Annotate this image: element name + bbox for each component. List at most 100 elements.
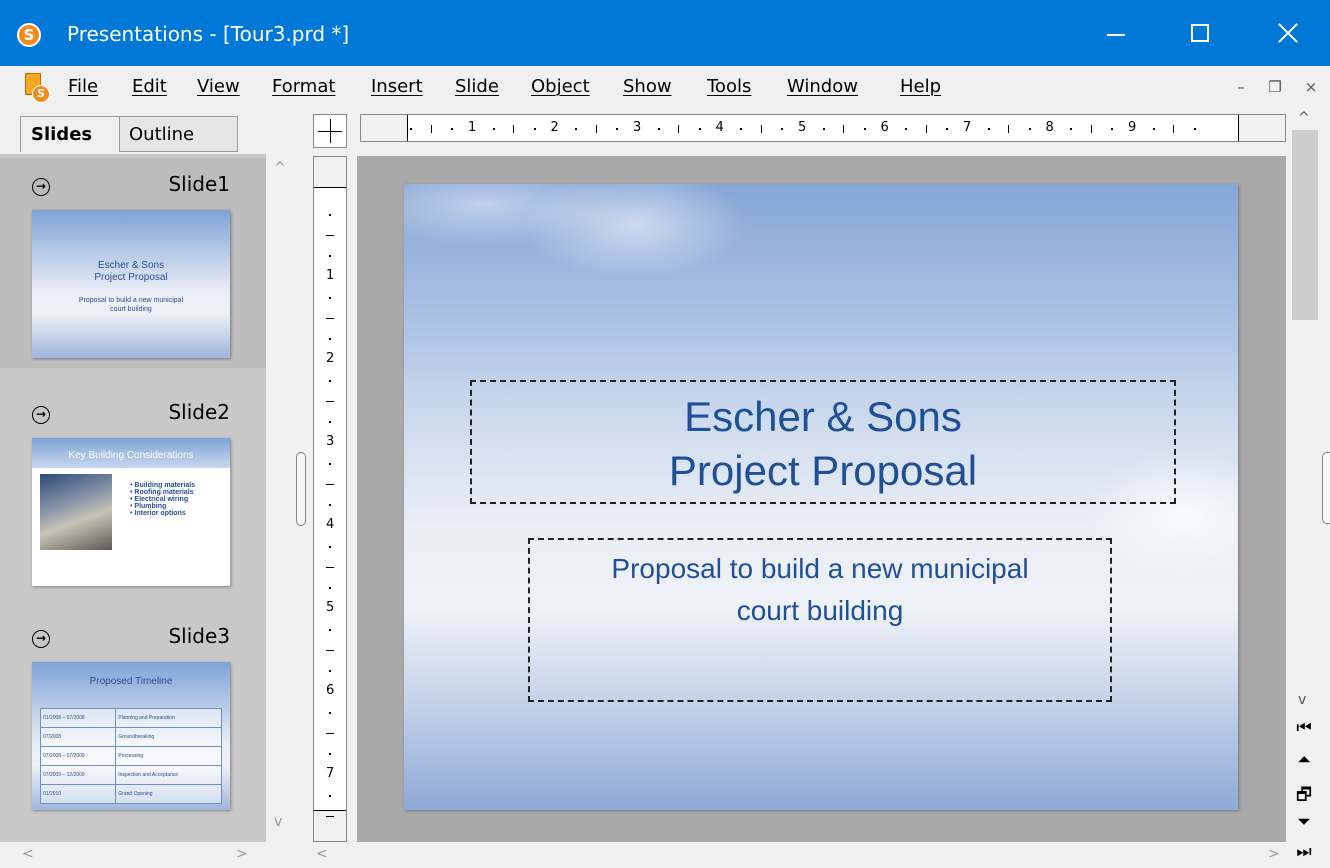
menu-window[interactable]: Window	[787, 76, 858, 97]
timeline-table: 01/2008 – 07/2008 Planning and Preparatio…	[39, 708, 222, 804]
menu-view[interactable]: View	[197, 76, 240, 97]
ruler-tick	[326, 649, 334, 651]
vertical-ruler[interactable]: 1 2 3 4 5 6 7	[313, 156, 347, 842]
thumb-bullet-list: Building materials Roofing materials Ele…	[130, 482, 195, 517]
ruler-tick	[678, 125, 680, 133]
scrollbar-thumb[interactable]	[1292, 130, 1318, 320]
ruler-origin-crosshair[interactable]	[313, 114, 347, 148]
ruler-dot	[329, 711, 331, 714]
ruler-dot	[616, 128, 619, 130]
slide-title[interactable]: Escher & Sons Project Proposal	[472, 390, 1174, 498]
tab-slides[interactable]: Slides	[20, 116, 120, 152]
close-button[interactable]	[1246, 0, 1330, 66]
slide-thumbnail-1[interactable]: → Slide1 Escher & Sons Project Proposal …	[0, 158, 266, 368]
menu-show[interactable]: Show	[623, 76, 672, 97]
ruler-dot	[946, 128, 949, 130]
ruler-tick	[595, 125, 597, 133]
scroll-down-icon[interactable]: v	[274, 814, 282, 830]
ruler-dot	[451, 128, 454, 130]
menu-help[interactable]: Help	[900, 76, 941, 97]
ruler-tick	[326, 483, 334, 485]
slide-subtitle[interactable]: Proposal to build a new municipal court …	[530, 548, 1110, 632]
ruler-number: 4	[715, 120, 724, 135]
table-row: 01/2010 Grand Opening	[39, 784, 222, 804]
scroll-left-icon[interactable]: <	[316, 846, 328, 862]
ruler-number: 8	[1045, 120, 1054, 135]
slide-thumbnail-2[interactable]: → Slide2 Key Building Considerations Bui…	[0, 386, 266, 596]
ruler-dot	[329, 379, 331, 382]
side-panel-grip-handle[interactable]	[1322, 452, 1330, 524]
pane-splitter[interactable]	[294, 110, 308, 868]
presentations-window: S Presentations - [Tour3.prd *] S File E…	[0, 0, 1330, 868]
ruler-tick	[326, 815, 334, 817]
title-placeholder[interactable]: Escher & Sons Project Proposal	[470, 380, 1176, 504]
tab-outline[interactable]: Outline	[118, 116, 238, 152]
table-cell: Planning and Preparation	[115, 708, 222, 728]
last-slide-button[interactable]: ⏭	[1290, 842, 1318, 866]
ruler-dot	[329, 628, 331, 631]
thumb-title: Key Building Considerations	[68, 450, 194, 461]
subtitle-placeholder[interactable]: Proposal to build a new municipal court …	[528, 538, 1112, 702]
app-badge-icon: S	[32, 85, 50, 103]
minimize-icon	[1107, 34, 1125, 36]
ruler-number: 1	[326, 268, 335, 283]
table-cell: Processing	[115, 746, 222, 766]
ruler-dot	[329, 504, 331, 507]
document-close-button[interactable]: ×	[1300, 78, 1322, 98]
main-horizontal-scrollbar[interactable]: < >	[308, 842, 1286, 868]
ruler-number: 3	[633, 120, 642, 135]
ruler-number: 2	[326, 351, 335, 366]
ruler-number: 7	[963, 120, 972, 135]
slide-subtitle-line-1: Proposal to build a new municipal	[611, 553, 1029, 584]
menu-format[interactable]: Format	[272, 76, 335, 97]
thumbnail-horizontal-scrollbar[interactable]: < >	[0, 842, 294, 868]
scroll-down-icon[interactable]: v	[1298, 692, 1306, 708]
menu-object[interactable]: Object	[531, 76, 590, 97]
scroll-right-icon[interactable]: >	[236, 846, 248, 862]
title-bar: S Presentations - [Tour3.prd *]	[0, 0, 1330, 66]
ruler-dot	[329, 587, 331, 590]
thumb-bullet: Interior options	[130, 510, 195, 517]
menu-slide[interactable]: Slide	[455, 76, 499, 97]
document-restore-button[interactable]: ❐	[1264, 78, 1286, 98]
vertical-ruler-page-area: 1 2 3 4 5 6 7	[314, 187, 346, 817]
table-row: 07/2009 – 12/2009 Inspection and Acceptan…	[39, 765, 222, 785]
document-minimize-button[interactable]: –	[1230, 78, 1252, 98]
slide-outline-tabs: Outline Slides	[0, 110, 294, 154]
menu-bar: S File Edit View Format Insert Slide Obj…	[0, 66, 1330, 110]
document-icon[interactable]: S	[22, 73, 50, 103]
menu-insert[interactable]: Insert	[371, 76, 423, 97]
slide-2-preview: Key Building Considerations Building mat…	[32, 438, 230, 586]
ruler-number: 5	[798, 120, 807, 135]
scroll-right-icon[interactable]: >	[1268, 846, 1280, 862]
ruler-dot	[781, 128, 784, 130]
slide-editing-canvas[interactable]: Escher & Sons Project Proposal Proposal …	[357, 156, 1286, 842]
scroll-up-icon[interactable]: ^	[274, 160, 286, 176]
ruler-number: 3	[326, 434, 335, 449]
maximize-button[interactable]	[1158, 0, 1242, 66]
ruler-number: 4	[326, 517, 335, 532]
next-slide-button[interactable]: ⏷	[1290, 812, 1318, 836]
scroll-left-icon[interactable]: <	[22, 846, 34, 862]
ruler-number: 6	[880, 120, 889, 135]
table-cell: 07/2008 – 07/2009	[39, 746, 117, 766]
previous-slide-button[interactable]: ⏶	[1290, 750, 1318, 774]
ruler-tick	[326, 234, 334, 236]
menu-edit[interactable]: Edit	[132, 76, 167, 97]
horizontal-ruler[interactable]: 1 2 3 4 5 6 7 8 9	[360, 114, 1286, 142]
scroll-up-icon[interactable]: ^	[1298, 110, 1310, 126]
ruler-dot	[987, 128, 990, 130]
splitter-grip-handle[interactable]	[296, 452, 306, 526]
new-window-button[interactable]: 🗗	[1290, 782, 1318, 806]
minimize-button[interactable]	[1074, 0, 1158, 66]
ruler-number: 2	[550, 120, 559, 135]
menu-file[interactable]: File	[68, 76, 98, 97]
ruler-number: 5	[326, 600, 335, 615]
menu-tools[interactable]: Tools	[707, 76, 751, 97]
first-slide-button[interactable]: ⏮	[1290, 718, 1318, 742]
ruler-number: 6	[326, 683, 335, 698]
current-slide[interactable]: Escher & Sons Project Proposal Proposal …	[404, 184, 1238, 810]
slide-thumbnail-3[interactable]: → Slide3 Proposed Timeline 01/2008 – 07/…	[0, 610, 266, 820]
ruler-dot	[329, 255, 331, 258]
thumbnail-vertical-scrollbar[interactable]: ^ v	[266, 154, 294, 842]
